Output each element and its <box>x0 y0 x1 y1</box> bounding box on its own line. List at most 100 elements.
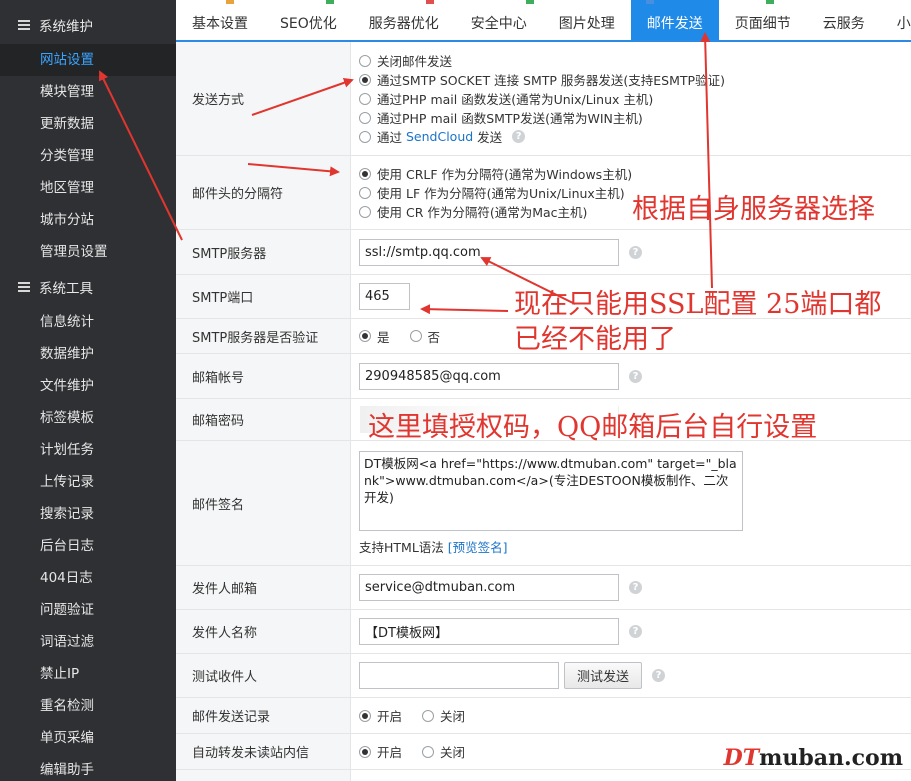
sidebar-section-system-tools[interactable]: 系统工具 <box>0 272 176 302</box>
signature-textarea[interactable]: DT模板网<a href="https://www.dtmuban.com" t… <box>359 450 743 531</box>
smtp-port-label: SMTP端口 <box>176 275 351 318</box>
sidebar-section-label: 系统工具 <box>39 281 93 297</box>
tab-seo[interactable]: SEO优化 <box>264 0 353 40</box>
menu-icon <box>18 20 30 30</box>
radio-checked-icon <box>359 167 371 180</box>
sidebar-item-category-manage[interactable]: 分类管理 <box>0 140 176 172</box>
smtp-auth-label: SMTP服务器是否验证 <box>176 319 351 353</box>
row-test-recipient: 测试收件人 测试发送 ? <box>176 654 911 698</box>
sidebar-item-admin-settings[interactable]: 管理员设置 <box>0 236 176 268</box>
tab-cloud-service[interactable]: 云服务 <box>807 0 881 40</box>
auto-forward-off[interactable]: 关闭 <box>422 742 465 761</box>
send-mode-option-off[interactable]: 关闭邮件发送 <box>359 51 725 70</box>
sender-name-input[interactable]: 【DT模板网】 <box>359 618 619 645</box>
watermark-logo: DTmuban.com <box>724 745 903 771</box>
signature-hint: 支持HTML语法 <box>359 539 444 555</box>
auto-forward-on[interactable]: 开启 <box>359 742 402 761</box>
partial-label <box>176 770 351 781</box>
row-smtp-server: SMTP服务器 ssl://smtp.qq.com ? <box>176 230 911 275</box>
smtp-port-input[interactable]: 465 <box>359 283 410 310</box>
test-send-button[interactable]: 测试发送 <box>564 662 643 689</box>
tab-server-optimize[interactable]: 服务器优化 <box>353 0 455 40</box>
radio-icon <box>359 54 371 67</box>
sidebar-item-city-sites[interactable]: 城市分站 <box>0 204 176 236</box>
tab-mail-sending[interactable]: 邮件发送 <box>630 0 719 40</box>
sidebar-item-question-verify[interactable]: 问题验证 <box>0 594 176 626</box>
radio-icon <box>359 186 371 199</box>
smtp-auth-no[interactable]: 否 <box>409 327 440 346</box>
separator-option-crlf[interactable]: 使用 CRLF 作为分隔符(通常为Windows主机) <box>359 164 632 183</box>
sidebar-item-word-filter[interactable]: 词语过滤 <box>0 626 176 658</box>
sidebar-item-admin-log[interactable]: 后台日志 <box>0 530 176 562</box>
annotation-auth-code: 这里填授权码，QQ邮箱后台自行设置 <box>368 412 818 443</box>
help-icon[interactable]: ? <box>652 669 666 682</box>
test-recipient-label: 测试收件人 <box>176 654 351 697</box>
send-log-on[interactable]: 开启 <box>359 706 402 725</box>
annotation-server-hint: 根据自身服务器选择 <box>632 194 875 225</box>
send-mode-option-smtp-socket[interactable]: 通过SMTP SOCKET 连接 SMTP 服务器发送(支持ESMTP验证) <box>359 70 725 89</box>
signature-hint-line: 支持HTML语法 [预览签名] <box>359 537 508 556</box>
test-recipient-input[interactable] <box>359 662 559 689</box>
separator-option-lf[interactable]: 使用 LF 作为分隔符(通常为Unix/Linux主机) <box>359 183 632 202</box>
sidebar-item-tag-templates[interactable]: 标签模板 <box>0 402 176 434</box>
send-mode-option-php-mail[interactable]: 通过PHP mail 函数发送(通常为Unix/Linux 主机) <box>359 89 725 108</box>
row-send-mode: 发送方式 关闭邮件发送 通过SMTP SOCKET 连接 SMTP 服务器发送(… <box>176 42 911 156</box>
top-color-strip <box>176 0 911 4</box>
sendcloud-link[interactable]: SendCloud <box>406 129 473 144</box>
smtp-server-input[interactable]: ssl://smtp.qq.com <box>359 238 619 266</box>
sidebar-item-scheduled-tasks[interactable]: 计划任务 <box>0 434 176 466</box>
separator-options: 使用 CRLF 作为分隔符(通常为Windows主机) 使用 LF 作为分隔符(… <box>359 164 632 221</box>
auto-forward-label: 自动转发未读站内信 <box>176 734 351 769</box>
sidebar-item-ban-ip[interactable]: 禁止IP <box>0 658 176 690</box>
sidebar-item-area-manage[interactable]: 地区管理 <box>0 172 176 204</box>
separator-option-cr[interactable]: 使用 CR 作为分隔符(通常为Mac主机) <box>359 202 632 221</box>
sidebar-item-edit-assistant[interactable]: 编辑助手 <box>0 754 176 781</box>
sidebar-item-file-maintenance[interactable]: 文件维护 <box>0 370 176 402</box>
help-icon[interactable]: ? <box>629 581 642 594</box>
send-mode-option-php-mail-smtp[interactable]: 通过PHP mail 函数SMTP发送(通常为WIN主机) <box>359 108 725 127</box>
sidebar-section-label: 系统维护 <box>39 19 93 35</box>
sender-email-input[interactable]: service@dtmuban.com <box>359 574 619 601</box>
radio-icon <box>409 330 422 342</box>
radio-icon <box>359 130 371 143</box>
annotation-ssl-line2: 已经不能用了 <box>514 324 676 355</box>
send-log-off[interactable]: 关闭 <box>422 706 465 725</box>
separator-label: 邮件头的分隔符 <box>176 156 351 229</box>
tab-security[interactable]: 安全中心 <box>455 0 543 40</box>
mail-account-input[interactable]: 290948585@qq.com <box>359 362 619 390</box>
sidebar-item-site-settings[interactable]: 网站设置 <box>0 44 176 76</box>
preview-signature-link[interactable]: [预览签名] <box>448 540 508 555</box>
radio-checked-icon <box>359 745 371 758</box>
help-icon[interactable]: ? <box>512 130 526 143</box>
tab-image-processing[interactable]: 图片处理 <box>543 0 631 40</box>
signature-label: 邮件签名 <box>176 441 351 565</box>
smtp-auth-yes[interactable]: 是 <box>359 327 390 346</box>
send-log-label: 邮件发送记录 <box>176 698 351 733</box>
watermark-prefix: DT <box>723 745 760 771</box>
mail-password-label: 邮箱密码 <box>176 399 351 440</box>
sidebar-item-update-data[interactable]: 更新数据 <box>0 108 176 140</box>
sender-email-label: 发件人邮箱 <box>176 566 351 609</box>
sidebar-section-system-maintenance[interactable]: 系统维护 <box>0 10 176 40</box>
radio-checked-icon <box>359 709 371 722</box>
sidebar-item-404-log[interactable]: 404日志 <box>0 562 176 594</box>
send-mode-option-sendcloud[interactable]: 通过 SendCloud 发送? <box>359 127 725 146</box>
sidebar-item-search-log[interactable]: 搜索记录 <box>0 498 176 530</box>
help-icon[interactable]: ? <box>629 625 642 638</box>
help-icon[interactable]: ? <box>629 245 642 259</box>
sidebar-item-page-collect[interactable]: 单页采编 <box>0 722 176 754</box>
send-mode-options: 关闭邮件发送 通过SMTP SOCKET 连接 SMTP 服务器发送(支持ESM… <box>359 51 725 146</box>
row-partial <box>176 770 911 781</box>
sidebar-item-upload-log[interactable]: 上传记录 <box>0 466 176 498</box>
tab-bar: 基本设置 SEO优化 服务器优化 安全中心 图片处理 邮件发送 页面细节 云服务… <box>176 0 911 42</box>
sidebar-item-module-manage[interactable]: 模块管理 <box>0 76 176 108</box>
tab-page-details[interactable]: 页面细节 <box>719 0 807 40</box>
help-icon[interactable]: ? <box>629 369 642 383</box>
sidebar-item-statistics[interactable]: 信息统计 <box>0 306 176 338</box>
tab-more[interactable]: 小 <box>881 0 911 40</box>
sidebar-item-duplicate-check[interactable]: 重名检测 <box>0 690 176 722</box>
radio-icon <box>359 111 371 124</box>
tab-basic-settings[interactable]: 基本设置 <box>176 0 264 40</box>
sidebar-item-data-maintenance[interactable]: 数据维护 <box>0 338 176 370</box>
send-mode-label: 发送方式 <box>176 42 351 155</box>
